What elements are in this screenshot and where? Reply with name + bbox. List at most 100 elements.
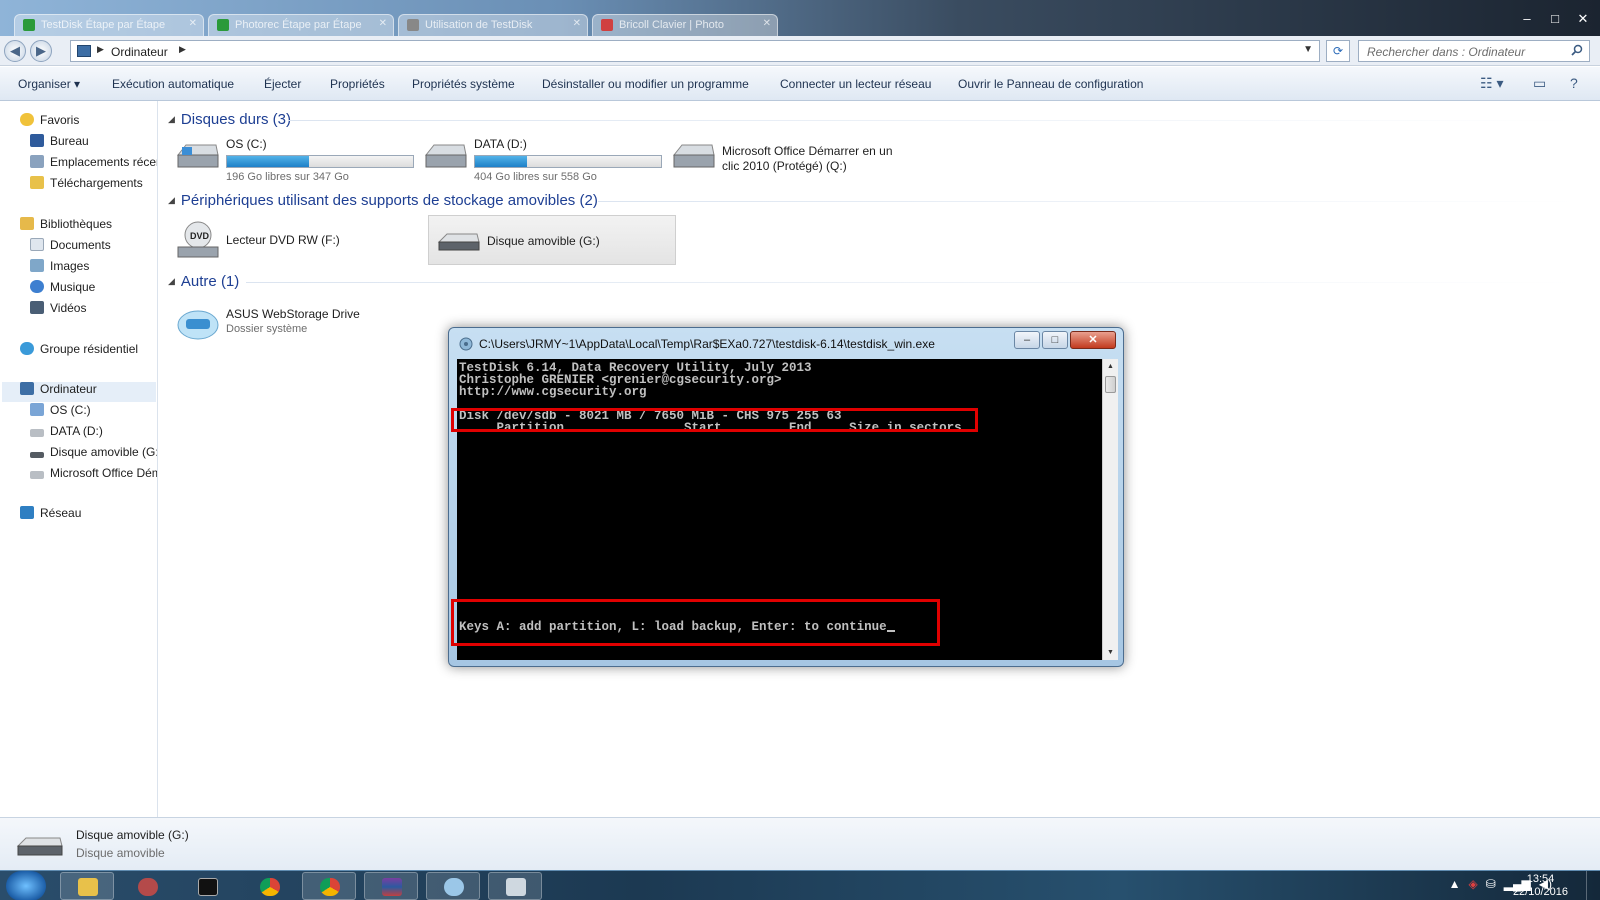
open-control-panel-button[interactable]: Ouvrir le Panneau de configuration [958,77,1143,91]
console-scrollbar[interactable]: ▲ ▼ [1102,359,1118,660]
nav-documents[interactable]: Documents [30,238,111,258]
properties-button[interactable]: Propriétés [330,77,385,91]
preview-pane-icon[interactable]: ▭ [1533,75,1546,92]
address-dropdown-icon[interactable]: ▼ [1303,44,1313,55]
nav-drive-c[interactable]: OS (C:) [30,403,91,423]
nav-desktop[interactable]: Bureau [30,134,89,154]
clock[interactable]: 13:54 22/10/2016 [1513,873,1568,899]
autoplay-button[interactable]: Exécution automatique [112,77,234,91]
drive-d[interactable]: DATA (D:) 404 Go libres sur 558 Go [416,131,664,183]
group-removable[interactable]: ◢ Périphériques utilisant des supports de… [168,192,598,209]
nav-favorites[interactable]: Favoris [20,113,79,133]
nav-pictures[interactable]: Images [30,259,89,279]
console-line: http://www.cgsecurity.org [459,385,647,399]
nav-recent-places[interactable]: Emplacements récents [30,155,157,175]
pictures-icon [30,259,44,272]
uninstall-program-button[interactable]: Désinstaller ou modifier un programme [542,77,749,91]
organize-menu[interactable]: Organiser ▾ [18,77,80,91]
nav-drive-q[interactable]: Microsoft Office Démarrer en un clic 201… [30,466,157,486]
view-options-icon[interactable]: ☷ ▾ [1480,75,1503,92]
close-tab-icon[interactable]: ✕ [189,18,197,29]
collapse-triangle-icon[interactable]: ◢ [168,276,175,286]
breadcrumb-arrow-icon[interactable]: ▶ [97,44,104,55]
collapse-triangle-icon[interactable]: ◢ [168,195,175,205]
system-properties-button[interactable]: Propriétés système [412,77,515,91]
minimize-button[interactable]: – [1516,10,1538,28]
drive-c[interactable]: OS (C:) 196 Go libres sur 347 Go [168,131,416,183]
eject-button[interactable]: Éjecter [264,77,301,91]
nav-drive-g[interactable]: Disque amovible (G:) [30,445,157,465]
nav-network[interactable]: Réseau [20,506,81,526]
taskbar-cmd[interactable] [180,872,234,900]
group-other[interactable]: ◢ Autre (1) [168,273,239,290]
libraries-icon [20,217,34,230]
close-tab-icon[interactable]: ✕ [379,18,387,29]
console-title: C:\Users\JRMY~1\AppData\Local\Temp\Rar$E… [479,337,935,351]
downloads-folder-icon [30,176,44,189]
hard-drive-icon [424,144,467,168]
nav-music[interactable]: Musique [30,280,95,300]
console-close-button[interactable]: ✕ [1070,331,1116,349]
drive-usage-bar [474,155,662,168]
forward-button[interactable]: ▶ [30,40,52,62]
testdisk-console-window[interactable]: C:\Users\JRMY~1\AppData\Local\Temp\Rar$E… [448,327,1124,667]
testdisk-app-icon [459,337,473,351]
console-maximize-button[interactable]: □ [1042,331,1068,349]
show-desktop-button[interactable] [1586,871,1600,900]
drive-g[interactable]: Disque amovible (G:) [428,215,676,265]
search-input[interactable]: Rechercher dans : Ordinateur [1358,40,1590,62]
refresh-button[interactable]: ⟳ [1326,40,1350,62]
group-hard-disks[interactable]: ◢ Disques durs (3) [168,111,291,128]
collapse-triangle-icon[interactable]: ◢ [168,114,175,124]
nav-drive-d[interactable]: DATA (D:) [30,424,103,444]
maximize-button[interactable]: □ [1544,10,1566,28]
scroll-down-icon[interactable]: ▼ [1103,645,1118,660]
drive-q[interactable]: Microsoft Office Démarrer en un clic 201… [664,131,924,181]
desktop-icon [30,134,44,147]
hard-drive-icon [30,429,44,437]
group-divider [288,120,1578,121]
hard-drive-icon [30,471,44,479]
dvd-drive-icon: DVD [177,221,219,258]
map-network-drive-button[interactable]: Connecter un lecteur réseau [780,77,931,91]
console-minimize-button[interactable]: – [1014,331,1040,349]
start-button[interactable] [6,871,46,900]
tab-testdisk-usage[interactable]: Utilisation de TestDisk ✕ [398,14,588,36]
taskbar-chrome-2[interactable] [302,872,356,900]
asus-webstorage[interactable]: ASUS WebStorage Drive Dossier système [168,297,416,347]
nav-downloads[interactable]: Téléchargements [30,176,143,196]
close-button[interactable]: ✕ [1572,10,1594,28]
nav-libraries[interactable]: Bibliothèques [20,217,112,237]
breadcrumb-computer[interactable]: Ordinateur [111,45,168,59]
taskbar-paint[interactable] [426,872,480,900]
taskbar-testdisk[interactable] [488,872,542,900]
address-bar[interactable]: ▶ Ordinateur ▶ ▼ [70,40,1320,62]
nav-computer[interactable]: Ordinateur [2,382,156,402]
show-hidden-icons-icon[interactable]: ▲ [1449,877,1461,891]
scroll-up-icon[interactable]: ▲ [1103,359,1118,374]
tab-testdisk-step[interactable]: TestDisk Étape par Étape ✕ [14,14,204,36]
nav-homegroup[interactable]: Groupe résidentiel [20,342,138,362]
windows-drive-icon [176,144,219,168]
taskbar-winrar[interactable] [364,872,418,900]
computer-icon [20,382,34,395]
back-button[interactable]: ◀ [4,40,26,62]
nav-videos[interactable]: Vidéos [30,301,86,321]
group-divider [246,282,1578,283]
taskbar-app[interactable] [120,872,174,900]
tab-bricoll[interactable]: Bricoll Clavier | Photo ✕ [592,14,778,36]
close-tab-icon[interactable]: ✕ [573,18,581,29]
drive-f[interactable]: DVD Lecteur DVD RW (F:) [168,215,416,265]
tab-photorec-step[interactable]: Photorec Étape par Étape ✕ [208,14,394,36]
command-prompt-icon [198,878,218,896]
breadcrumb-arrow-icon[interactable]: ▶ [179,44,186,55]
taskbar: ▲ ◈ ⛁ ▂▄▆ ◀) 13:54 22/10/2016 [0,870,1600,900]
taskbar-explorer[interactable] [60,872,114,900]
search-icon[interactable] [1571,44,1583,56]
taskbar-chrome-1[interactable] [242,872,296,900]
help-icon[interactable]: ? [1570,75,1578,91]
scroll-thumb[interactable] [1105,376,1116,393]
antivirus-icon[interactable]: ◈ [1469,877,1478,891]
device-icon[interactable]: ⛁ [1486,877,1496,891]
close-tab-icon[interactable]: ✕ [763,18,771,29]
